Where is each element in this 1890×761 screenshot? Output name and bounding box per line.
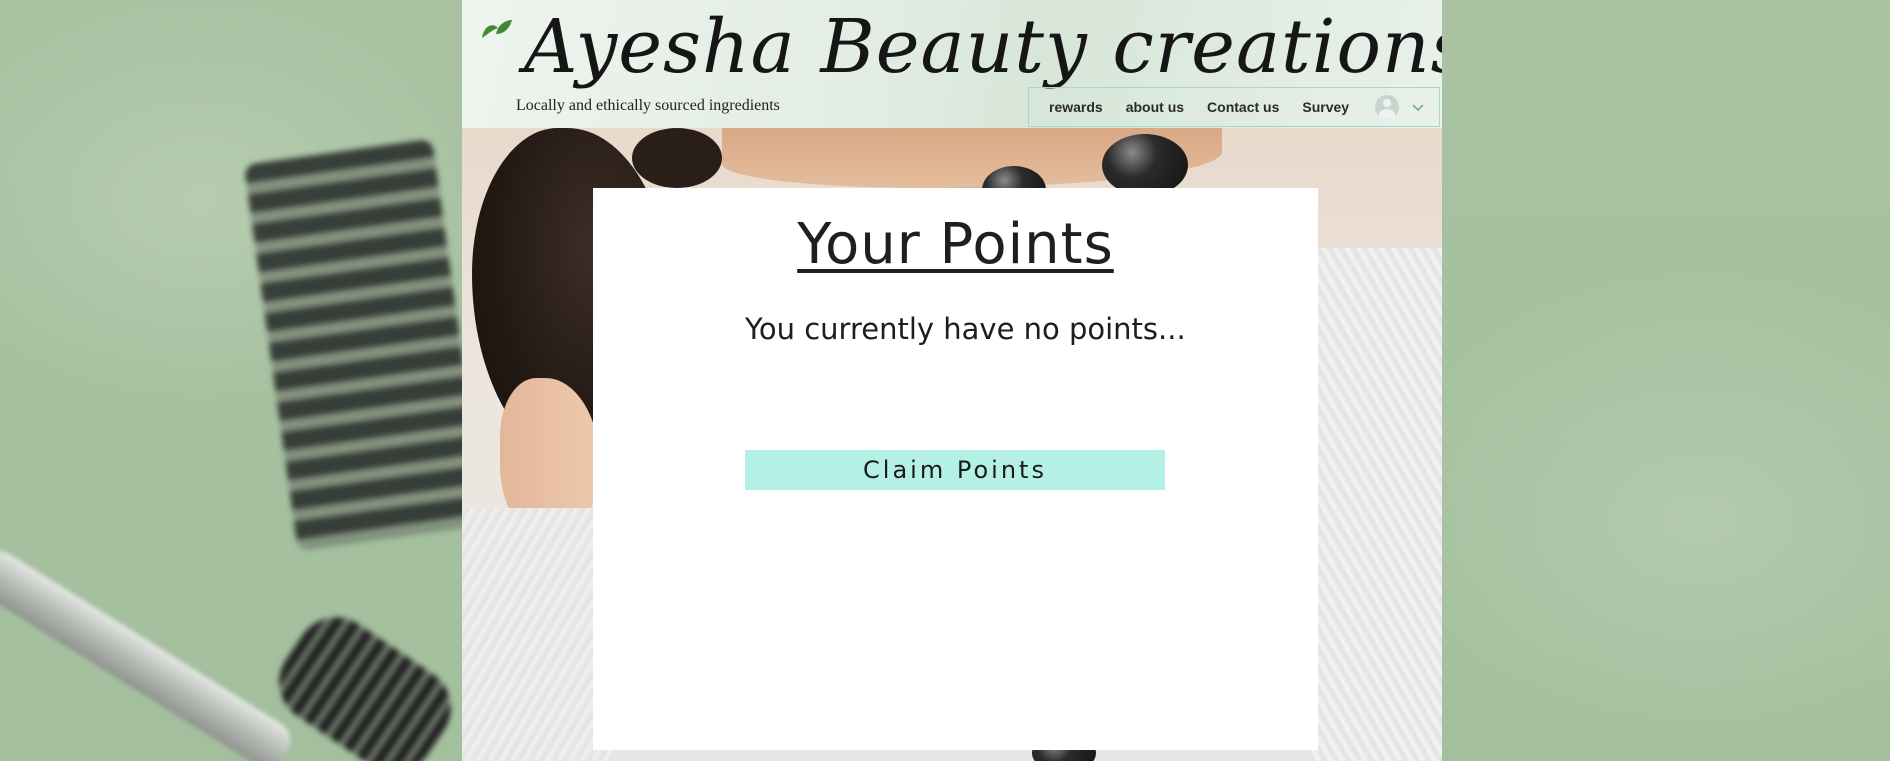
- nav-item-contact-us[interactable]: Contact us: [1207, 99, 1279, 115]
- site-header: Ayesha Beauty creations Locally and ethi…: [462, 0, 1442, 128]
- claim-points-button[interactable]: Claim Points: [745, 450, 1165, 490]
- main-nav: rewards about us Contact us Survey: [1028, 87, 1440, 127]
- page-title: Your Points: [593, 212, 1318, 277]
- points-card: Your Points You currently have no points…: [593, 188, 1318, 750]
- hero-photo: Your Points You currently have no points…: [462, 128, 1442, 761]
- points-status-text: You currently have no points...: [745, 312, 1186, 346]
- nav-item-survey[interactable]: Survey: [1302, 99, 1349, 115]
- site-tagline: Locally and ethically sourced ingredient…: [516, 97, 780, 114]
- chevron-down-icon[interactable]: [1411, 100, 1425, 114]
- user-avatar-icon[interactable]: [1375, 95, 1400, 119]
- photo-towel: [462, 508, 612, 761]
- page-title-text: Your Points: [797, 212, 1114, 277]
- photo-towel: [1312, 248, 1442, 761]
- nav-item-rewards[interactable]: rewards: [1049, 99, 1103, 115]
- site-container: Ayesha Beauty creations Locally and ethi…: [462, 0, 1442, 761]
- photo-hair-bun: [632, 128, 722, 188]
- site-title[interactable]: Ayesha Beauty creations: [524, 4, 1442, 90]
- hot-stone: [1102, 134, 1188, 196]
- nav-item-about-us[interactable]: about us: [1126, 99, 1184, 115]
- leaf-icon: [482, 20, 512, 38]
